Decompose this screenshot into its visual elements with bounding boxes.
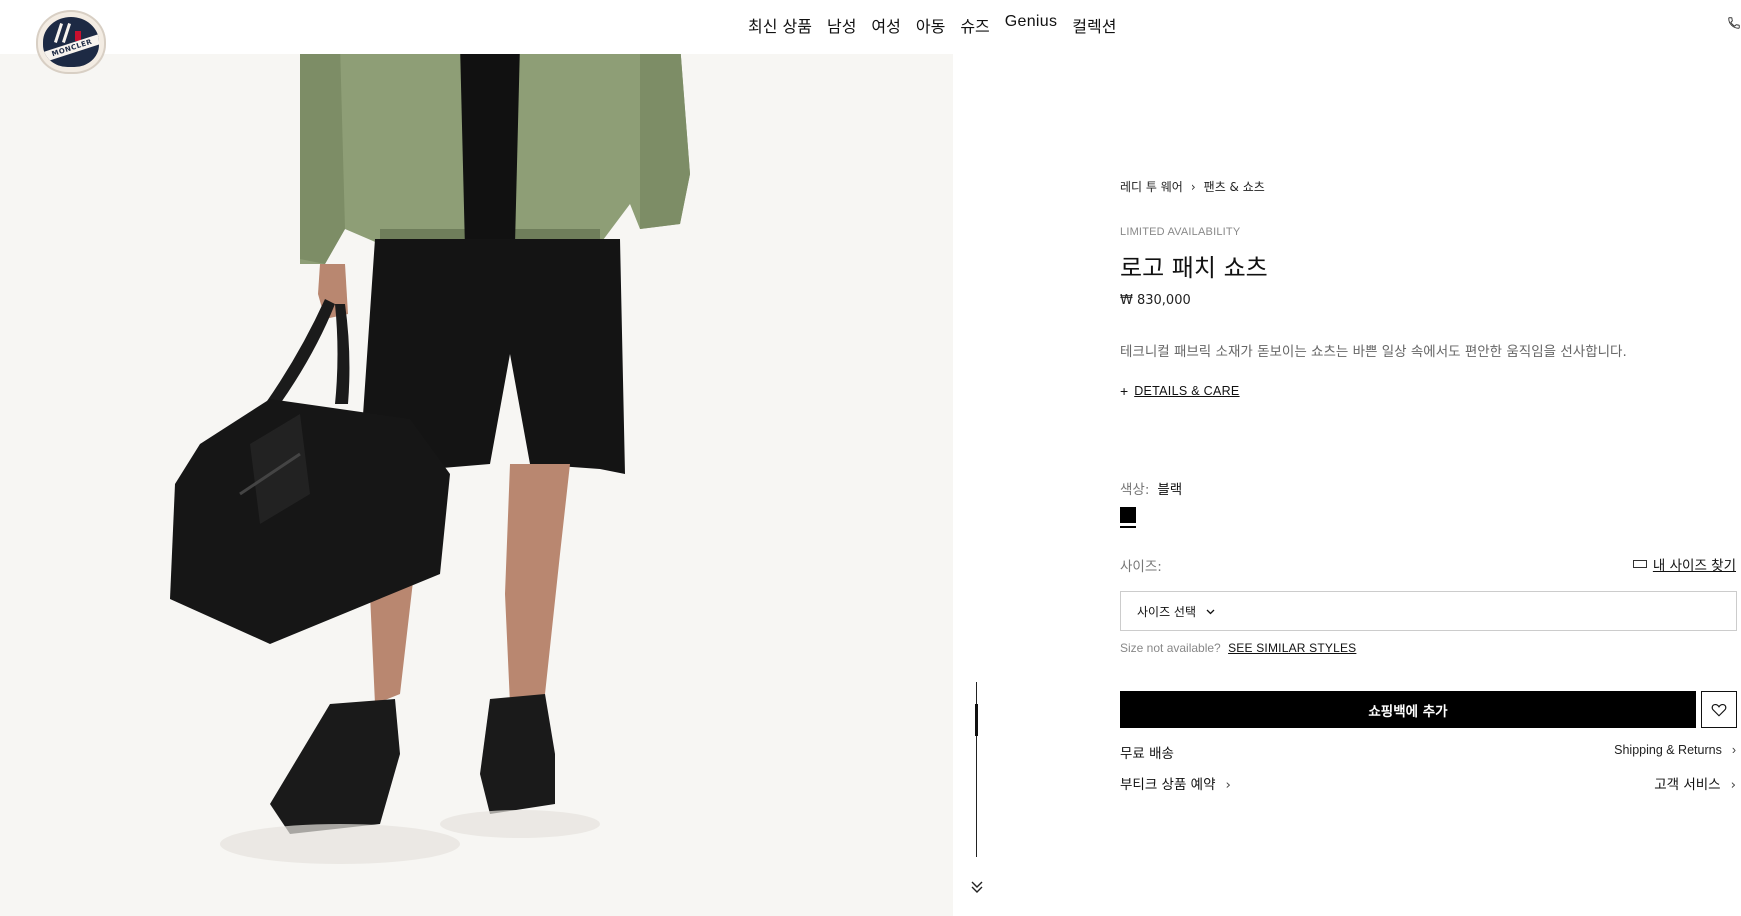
- image-scroll-thumb[interactable]: [975, 704, 978, 736]
- logo-emblem: MONCLER: [43, 17, 99, 67]
- color-swatch-black[interactable]: [1120, 507, 1136, 523]
- size-select-dropdown[interactable]: 사이즈 선택: [1120, 591, 1737, 631]
- customer-service-link[interactable]: 고객 서비스 ›: [1654, 773, 1736, 793]
- boutique-reserve-label: 부티크 상품 예약: [1120, 777, 1216, 793]
- chevron-right-icon: ›: [1190, 179, 1196, 194]
- chevron-right-icon: ›: [1730, 777, 1736, 793]
- see-similar-styles-link[interactable]: SEE SIMILAR STYLES: [1228, 641, 1356, 655]
- availability-badge: LIMITED AVAILABILITY: [1120, 226, 1241, 238]
- plus-icon: +: [1120, 383, 1129, 399]
- swatch-selected-indicator: [1120, 526, 1136, 528]
- size-guide-link[interactable]: 내 사이즈 찾기: [1632, 554, 1736, 574]
- nav-item-collections[interactable]: 컬렉션: [1072, 13, 1116, 37]
- product-title: 로고 패치 쇼츠: [1120, 254, 1268, 282]
- nav-item-genius[interactable]: Genius: [1005, 13, 1058, 37]
- shipping-returns-label: Shipping & Returns: [1614, 743, 1722, 757]
- free-shipping-label: 무료 배송: [1120, 746, 1174, 762]
- product-image[interactable]: [0, 54, 953, 916]
- customer-service-label: 고객 서비스: [1654, 777, 1721, 793]
- product-price: ₩ 830,000: [1120, 293, 1191, 308]
- breadcrumb-item-pants-shorts[interactable]: 팬츠 & 쇼츠: [1204, 178, 1265, 195]
- size-not-available: Size not available? SEE SIMILAR STYLES: [1120, 641, 1356, 655]
- details-care-toggle[interactable]: + DETAILS & CARE: [1120, 383, 1240, 399]
- nav-item-new[interactable]: 최신 상품: [748, 13, 812, 37]
- main-nav: 최신 상품 남성 여성 아동 슈즈 Genius 컬렉션: [748, 13, 1131, 37]
- product-info-panel: 레디 투 웨어 › 팬츠 & 쇼츠 LIMITED AVAILABILITY 로…: [1120, 0, 1740, 916]
- chevron-down-icon: [1206, 605, 1215, 618]
- nav-item-men[interactable]: 남성: [827, 13, 856, 37]
- chevron-right-icon: ›: [1731, 743, 1736, 757]
- heart-icon: [1711, 703, 1727, 717]
- size-select-placeholder: 사이즈 선택: [1137, 604, 1197, 619]
- nav-item-shoes[interactable]: 슈즈: [960, 13, 989, 37]
- chevron-right-icon: ›: [1225, 777, 1231, 793]
- phone-icon[interactable]: [1727, 16, 1741, 32]
- ruler-icon: [1632, 560, 1647, 568]
- shipping-returns-link[interactable]: Shipping & Returns ›: [1614, 743, 1736, 757]
- size-guide-label: 내 사이즈 찾기: [1652, 558, 1736, 574]
- wishlist-button[interactable]: [1701, 691, 1737, 728]
- add-to-bag-button[interactable]: 쇼핑백에 추가: [1120, 691, 1696, 728]
- product-description: 테크니컬 패브릭 소재가 돋보이는 쇼츠는 바쁜 일상 속에서도 편안한 움직임…: [1120, 344, 1627, 360]
- color-value: 블랙: [1157, 482, 1183, 498]
- nav-item-women[interactable]: 여성: [871, 13, 900, 37]
- site-header: 최신 상품 남성 여성 아동 슈즈 Genius 컬렉션: [0, 0, 1741, 54]
- product-photo: [170, 54, 690, 864]
- details-care-label: DETAILS & CARE: [1134, 384, 1240, 398]
- logo-stripe: [61, 23, 72, 43]
- breadcrumb-item-ready-to-wear[interactable]: 레디 투 웨어: [1120, 178, 1183, 195]
- logo-text: MONCLER: [43, 32, 99, 64]
- double-chevron-down-icon[interactable]: [969, 880, 985, 896]
- color-label: 색상:: [1120, 482, 1150, 498]
- boutique-reserve-link[interactable]: 부티크 상품 예약 ›: [1120, 773, 1231, 793]
- brand-logo[interactable]: MONCLER: [36, 10, 106, 74]
- size-label: 사이즈:: [1120, 559, 1162, 575]
- size-not-available-text: Size not available?: [1120, 641, 1221, 655]
- breadcrumb: 레디 투 웨어 › 팬츠 & 쇼츠: [1120, 178, 1265, 195]
- color-row: 색상: 블랙: [1120, 478, 1182, 498]
- nav-item-kids[interactable]: 아동: [916, 13, 945, 37]
